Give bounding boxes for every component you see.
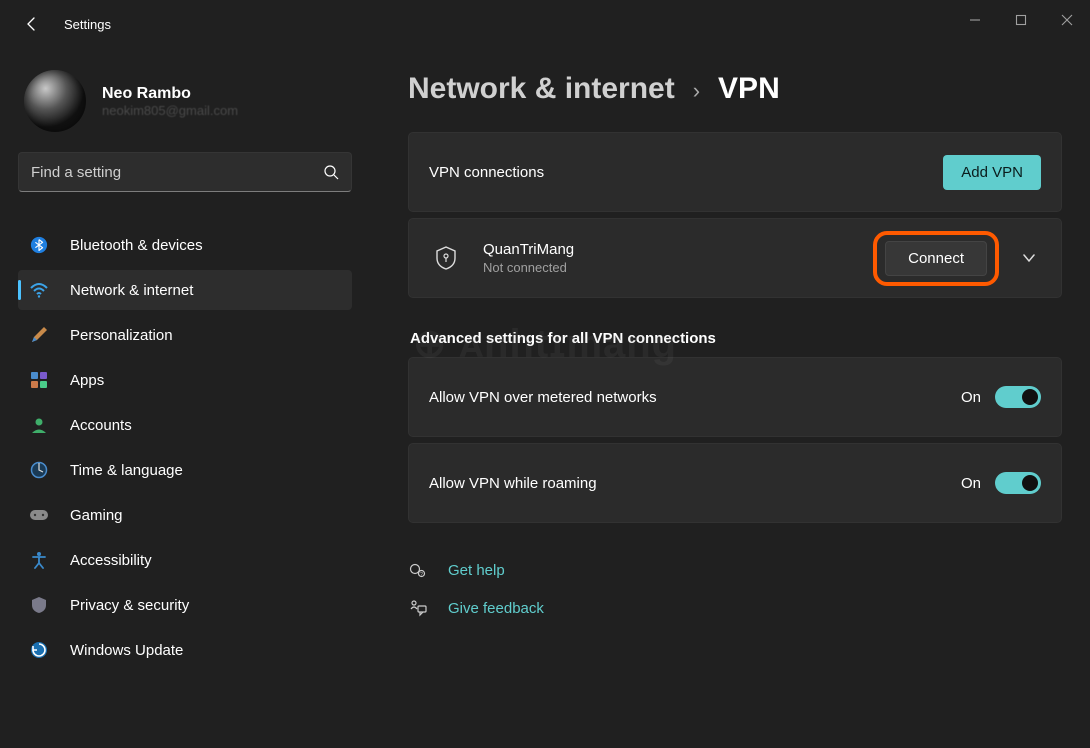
vpn-connection-card: QuanTriMang Not connected Connect	[408, 218, 1062, 298]
nav: Bluetooth & devices Network & internet P…	[18, 220, 352, 748]
vpn-connections-card: VPN connections Add VPN	[408, 132, 1062, 212]
maximize-icon	[1015, 14, 1027, 26]
sidebar: Neo Rambo neokim805@gmail.com Bluetooth …	[0, 48, 360, 748]
app-title: Settings	[64, 17, 111, 32]
search-box[interactable]	[18, 152, 352, 192]
brush-icon	[28, 324, 50, 346]
profile-email: neokim805@gmail.com	[102, 103, 238, 118]
wifi-icon	[28, 279, 50, 301]
main-content: Network & internet › VPN VPN connections…	[360, 48, 1090, 748]
expand-button[interactable]	[1017, 246, 1041, 270]
nav-label: Windows Update	[70, 642, 183, 659]
metered-networks-card: Allow VPN over metered networks On	[408, 357, 1062, 437]
feedback-icon	[408, 599, 428, 617]
nav-windows-update[interactable]: Windows Update	[18, 630, 352, 670]
maximize-button[interactable]	[998, 0, 1044, 40]
nav-apps[interactable]: Apps	[18, 360, 352, 400]
globe-clock-icon	[28, 459, 50, 481]
person-icon	[28, 414, 50, 436]
update-icon	[28, 639, 50, 661]
nav-network[interactable]: Network & internet	[18, 270, 352, 310]
vpn-connection-name: QuanTriMang	[483, 241, 873, 258]
help-icon: ?	[408, 561, 428, 579]
profile-text: Neo Rambo neokim805@gmail.com	[102, 85, 238, 118]
get-help-link[interactable]: ? Get help	[408, 551, 1062, 589]
chevron-down-icon	[1022, 251, 1036, 265]
nav-time-language[interactable]: Time & language	[18, 450, 352, 490]
nav-label: Privacy & security	[70, 597, 189, 614]
nav-accounts[interactable]: Accounts	[18, 405, 352, 445]
avatar	[24, 70, 86, 132]
breadcrumb: Network & internet › VPN	[408, 72, 1062, 106]
close-button[interactable]	[1044, 0, 1090, 40]
nav-bluetooth[interactable]: Bluetooth & devices	[18, 225, 352, 265]
svg-text:?: ?	[420, 572, 423, 578]
profile-name: Neo Rambo	[102, 85, 238, 103]
accessibility-icon	[28, 549, 50, 571]
nav-label: Gaming	[70, 507, 123, 524]
gamepad-icon	[28, 504, 50, 526]
minimize-icon	[969, 14, 981, 26]
close-icon	[1061, 14, 1073, 26]
minimize-button[interactable]	[952, 0, 998, 40]
bluetooth-icon	[28, 234, 50, 256]
breadcrumb-parent[interactable]: Network & internet	[408, 72, 675, 106]
vpn-connection-status: Not connected	[483, 260, 873, 275]
nav-label: Network & internet	[70, 282, 193, 299]
roaming-state: On	[961, 475, 981, 492]
vpn-shield-icon	[429, 246, 463, 270]
give-feedback-link[interactable]: Give feedback	[408, 589, 1062, 627]
give-feedback-label: Give feedback	[448, 600, 544, 617]
nav-label: Time & language	[70, 462, 183, 479]
nav-accessibility[interactable]: Accessibility	[18, 540, 352, 580]
apps-icon	[28, 369, 50, 391]
help-links: ? Get help Give feedback	[408, 551, 1062, 627]
nav-personalization[interactable]: Personalization	[18, 315, 352, 355]
search-input[interactable]	[31, 164, 323, 181]
metered-networks-toggle[interactable]	[995, 386, 1041, 408]
roaming-label: Allow VPN while roaming	[429, 475, 961, 492]
vpn-connections-label: VPN connections	[429, 164, 943, 181]
window-controls	[952, 0, 1090, 40]
back-button[interactable]	[18, 10, 46, 38]
breadcrumb-current: VPN	[718, 72, 780, 106]
metered-networks-label: Allow VPN over metered networks	[429, 389, 961, 406]
breadcrumb-separator: ›	[693, 78, 700, 104]
nav-label: Bluetooth & devices	[70, 237, 203, 254]
connect-button[interactable]: Connect	[885, 241, 987, 276]
profile[interactable]: Neo Rambo neokim805@gmail.com	[18, 58, 352, 152]
advanced-header: Advanced settings for all VPN connection…	[410, 330, 1062, 347]
search-icon	[323, 164, 339, 180]
highlight-annotation: Connect	[873, 231, 999, 286]
nav-label: Apps	[70, 372, 104, 389]
get-help-label: Get help	[448, 562, 505, 579]
roaming-toggle[interactable]	[995, 472, 1041, 494]
nav-label: Accessibility	[70, 552, 152, 569]
metered-networks-state: On	[961, 389, 981, 406]
add-vpn-button[interactable]: Add VPN	[943, 155, 1041, 190]
nav-label: Accounts	[70, 417, 132, 434]
arrow-left-icon	[24, 16, 40, 32]
roaming-card: Allow VPN while roaming On	[408, 443, 1062, 523]
shield-icon	[28, 594, 50, 616]
nav-label: Personalization	[70, 327, 173, 344]
nav-privacy-security[interactable]: Privacy & security	[18, 585, 352, 625]
nav-gaming[interactable]: Gaming	[18, 495, 352, 535]
titlebar: Settings	[0, 0, 1090, 48]
